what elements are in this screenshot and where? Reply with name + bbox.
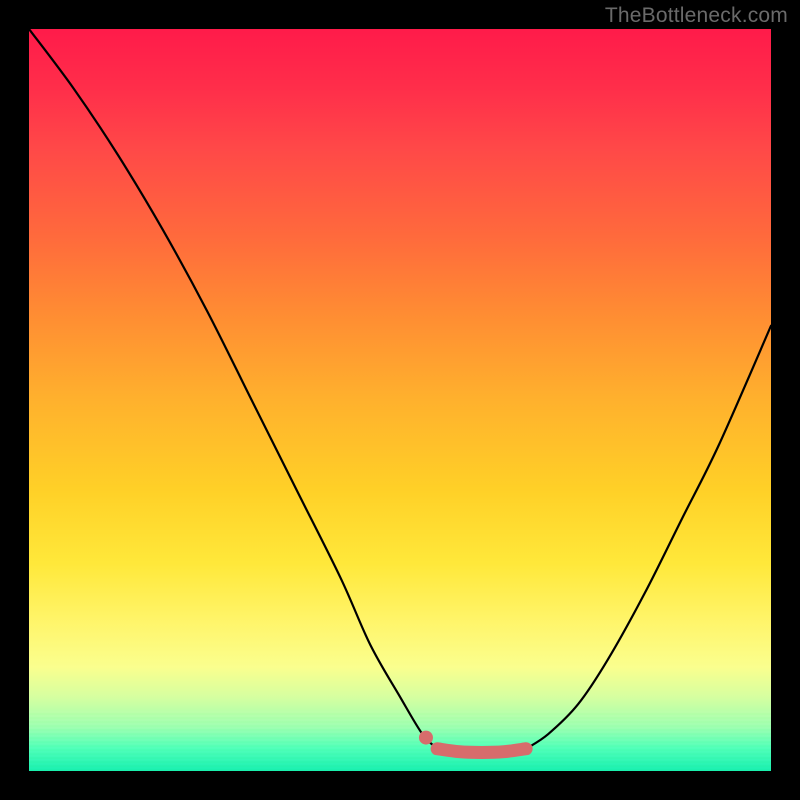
curves-svg bbox=[29, 29, 771, 771]
right-curve bbox=[526, 326, 771, 749]
watermark-text: TheBottleneck.com bbox=[605, 4, 788, 28]
trough-start-dot bbox=[419, 731, 433, 745]
chart-frame bbox=[29, 29, 771, 771]
left-curve bbox=[29, 29, 437, 749]
trough-highlight bbox=[437, 749, 526, 753]
